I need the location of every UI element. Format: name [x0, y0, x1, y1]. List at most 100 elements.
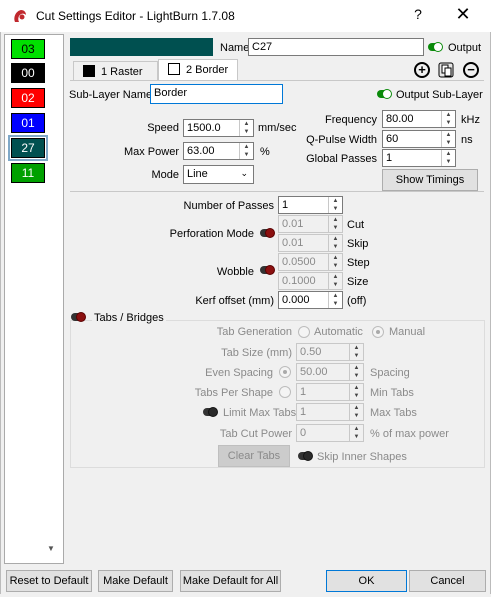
make-default-all-button[interactable]: Make Default for All	[180, 570, 281, 592]
perforation-label: Perforation Mode	[169, 228, 254, 240]
close-button[interactable]: ✕	[448, 4, 478, 28]
frequency-spinner[interactable]: 80.00 ▲ ▼	[382, 110, 456, 128]
skip-inner-toggle[interactable]	[298, 451, 313, 461]
limit-max-tabs-spinner[interactable]: 1 ▲ ▼	[296, 403, 364, 421]
remove-sublayer-icon[interactable]: −	[463, 62, 479, 78]
qpulse-arrows[interactable]: ▲ ▼	[441, 131, 455, 147]
perforation-skip-arrows[interactable]: ▲ ▼	[328, 235, 342, 251]
kerf-suffix: (off)	[347, 295, 367, 307]
tab-size-label: Tab Size (mm)	[221, 347, 292, 359]
layer-item-11[interactable]: 11	[11, 163, 45, 183]
passes-label: Number of Passes	[183, 200, 274, 212]
cancel-button[interactable]: Cancel	[409, 570, 486, 592]
skip-inner-label: Skip Inner Shapes	[317, 451, 407, 463]
speed-spinner[interactable]: 1500.0 ▲ ▼	[183, 119, 254, 137]
frequency-value: 80.00	[386, 113, 414, 125]
scroll-down-icon[interactable]: ▼	[45, 544, 57, 556]
wobble-step-spinner[interactable]: 0.0500 ▲ ▼	[278, 253, 343, 271]
tabs-bridges-toggle[interactable]	[71, 312, 86, 322]
show-timings-button[interactable]: Show Timings	[382, 169, 478, 191]
perforation-skip-spinner[interactable]: 0.01 ▲ ▼	[278, 234, 343, 252]
add-sublayer-icon[interactable]: +	[414, 62, 430, 78]
layer-item-02[interactable]: 02	[11, 88, 45, 108]
wobble-size-arrows[interactable]: ▲ ▼	[328, 273, 342, 289]
layer-item-00[interactable]: 00	[11, 63, 45, 83]
sublayer-name-label: Sub-Layer Name	[69, 89, 153, 101]
passes-arrows[interactable]: ▲ ▼	[328, 197, 342, 213]
output-toggle[interactable]	[428, 42, 443, 52]
max-tabs-label: Max Tabs	[370, 407, 417, 419]
wobble-size-spinner[interactable]: 0.1000 ▲ ▼	[278, 272, 343, 290]
global-passes-arrows[interactable]: ▲ ▼	[441, 150, 455, 166]
spacing-spinner[interactable]: 50.00 ▲ ▼	[296, 363, 364, 381]
even-spacing-radio[interactable]	[279, 366, 291, 378]
speed-value: 1500.0	[187, 122, 221, 134]
tab-cut-power-arrows[interactable]: ▲ ▼	[349, 425, 363, 441]
output-sublayer-label: Output Sub-Layer	[396, 89, 483, 101]
manual-radio[interactable]	[372, 326, 384, 338]
perforation-skip-value: 0.01	[282, 237, 304, 249]
global-passes-label: Global Passes	[306, 153, 377, 165]
ok-button[interactable]: OK	[326, 570, 407, 592]
tab-cut-power-value: 0	[300, 427, 307, 439]
passes-value: 1	[282, 199, 289, 211]
make-default-button[interactable]: Make Default	[98, 570, 173, 592]
wobble-label: Wobble	[216, 266, 254, 278]
reset-default-button[interactable]: Reset to Default	[6, 570, 92, 592]
layer-item-03[interactable]: 03	[11, 39, 45, 59]
automatic-radio[interactable]	[298, 326, 310, 338]
tab-size-arrows[interactable]: ▲ ▼	[349, 344, 363, 360]
kerf-spinner[interactable]: 0.000 ▲ ▼	[278, 291, 343, 309]
perforation-cut-value: 0.01	[282, 218, 304, 230]
tab-raster[interactable]: 1 Raster	[73, 61, 158, 81]
help-button[interactable]: ?	[406, 6, 430, 26]
frequency-arrows[interactable]: ▲ ▼	[441, 111, 455, 127]
copy-sublayer-icon[interactable]	[438, 62, 454, 78]
wobble-toggle[interactable]	[260, 265, 275, 275]
lightburn-logo-icon	[14, 10, 26, 22]
layer-color-swatch[interactable]	[70, 38, 213, 56]
name-label: Name	[220, 42, 250, 54]
output-sublayer-toggle[interactable]	[377, 89, 392, 99]
name-input[interactable]: C27	[248, 38, 424, 56]
max-power-spinner[interactable]: 63.00 ▲ ▼	[183, 142, 254, 160]
raster-swatch	[83, 65, 95, 77]
per-shape-spinner[interactable]: 1 ▲ ▼	[296, 383, 364, 401]
global-passes-spinner[interactable]: 1 ▲ ▼	[382, 149, 456, 167]
min-tabs-label: Min Tabs	[370, 387, 414, 399]
max-power-label: Max Power	[123, 146, 179, 158]
clear-tabs-button[interactable]: Clear Tabs	[218, 445, 290, 467]
per-shape-arrows[interactable]: ▲ ▼	[349, 384, 363, 400]
speed-arrows[interactable]: ▲ ▼	[239, 120, 253, 136]
passes-spinner[interactable]: 1 ▲ ▼	[278, 196, 343, 214]
tab-size-spinner[interactable]: 0.50 ▲ ▼	[296, 343, 364, 361]
mode-label: Mode	[151, 169, 179, 181]
sublayer-name-input[interactable]: Border	[150, 84, 283, 104]
tab-cut-power-spinner[interactable]: 0 ▲ ▼	[296, 424, 364, 442]
kerf-arrows[interactable]: ▲ ▼	[328, 292, 342, 308]
frequency-unit: kHz	[461, 114, 480, 126]
qpulse-label: Q-Pulse Width	[306, 134, 377, 146]
layer-item-27[interactable]: 27	[8, 135, 48, 161]
frequency-label: Frequency	[325, 114, 377, 126]
layer-item-01[interactable]: 01	[11, 113, 45, 133]
perforation-cut-spinner[interactable]: 0.01 ▲ ▼	[278, 215, 343, 233]
wobble-step-label: Step	[347, 257, 370, 269]
perforation-toggle[interactable]	[260, 228, 275, 238]
tab-border[interactable]: 2 Border	[158, 59, 238, 81]
tab-cut-power-unit: % of max power	[370, 428, 449, 440]
tab-border-label: 2 Border	[186, 64, 229, 76]
border-swatch	[168, 63, 180, 75]
limit-max-tabs-arrows[interactable]: ▲ ▼	[349, 404, 363, 420]
wobble-step-arrows[interactable]: ▲ ▼	[328, 254, 342, 270]
mode-select[interactable]: Line ⌄	[183, 165, 254, 184]
spacing-arrows[interactable]: ▲ ▼	[349, 364, 363, 380]
global-passes-value: 1	[386, 152, 393, 164]
kerf-label: Kerf offset (mm)	[195, 295, 274, 307]
tabs-per-shape-radio[interactable]	[279, 386, 291, 398]
max-power-arrows[interactable]: ▲ ▼	[239, 143, 253, 159]
perforation-cut-arrows[interactable]: ▲ ▼	[328, 216, 342, 232]
tabs-per-shape-label: Tabs Per Shape	[194, 387, 273, 399]
qpulse-spinner[interactable]: 60 ▲ ▼	[382, 130, 456, 148]
limit-max-tabs-toggle[interactable]	[203, 407, 218, 417]
